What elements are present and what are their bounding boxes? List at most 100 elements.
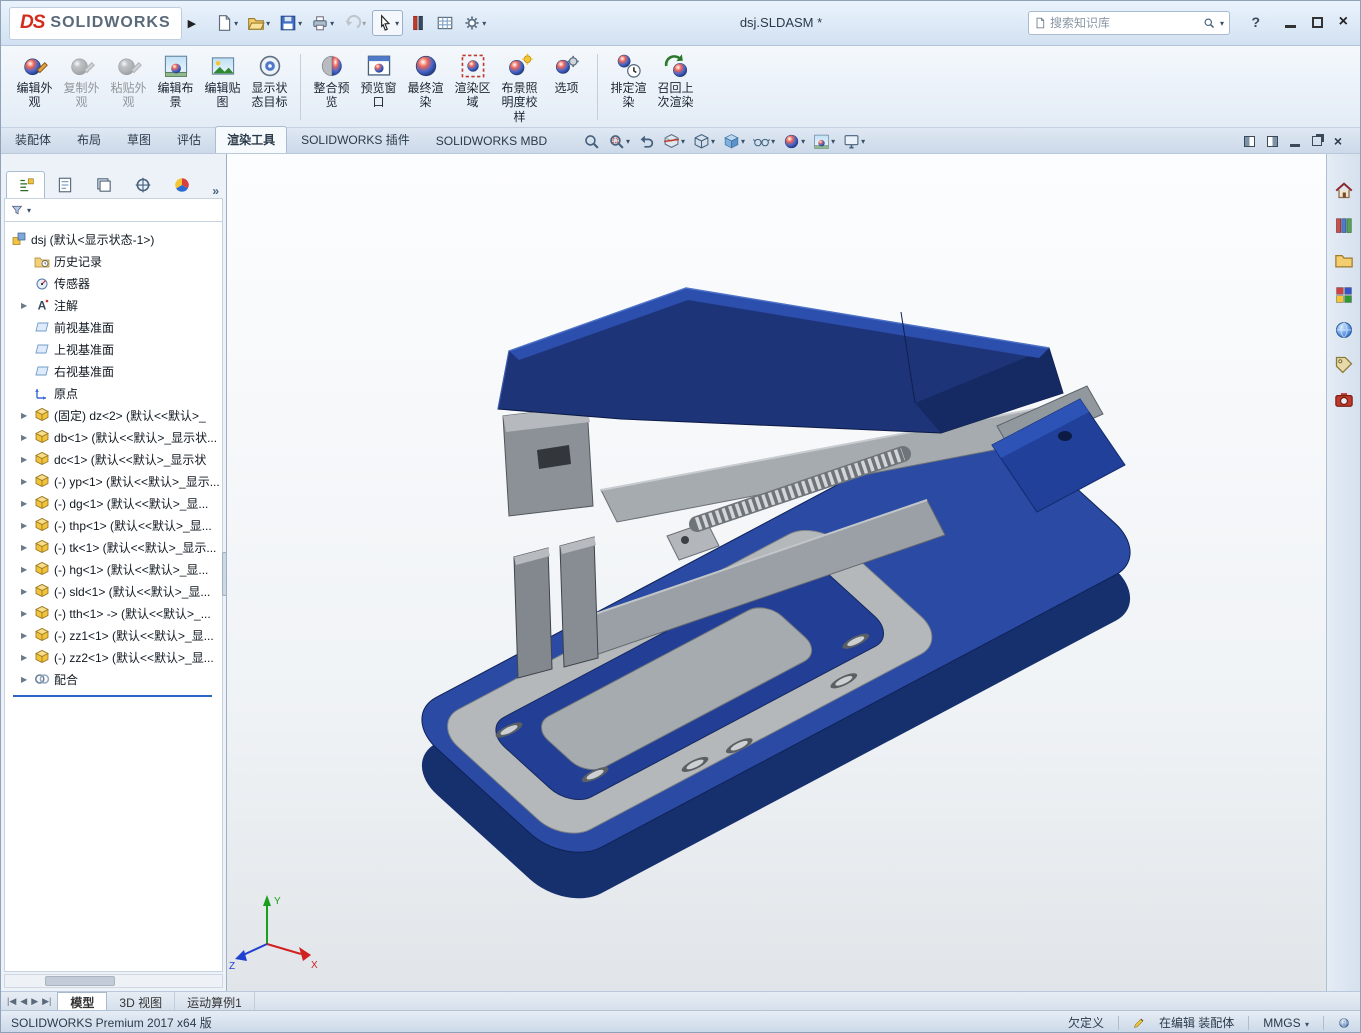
open-button[interactable]: ▾: [244, 10, 273, 36]
edit-appearance-hud-button[interactable]: ▾: [783, 133, 805, 150]
dimxpert-manager-tab[interactable]: [123, 171, 162, 198]
tab-solidworks-mbd[interactable]: SOLIDWORKS MBD: [424, 129, 559, 153]
display-manager-tab[interactable]: [162, 171, 201, 198]
configuration-manager-tab[interactable]: [84, 171, 123, 198]
xpert-button[interactable]: [433, 10, 457, 36]
tree-item-component-tth[interactable]: ▶(-) tth<1> -> (默认<<默认>_...: [5, 602, 222, 624]
search-scope-icon[interactable]: [1034, 17, 1046, 29]
new-document-button[interactable]: ▾: [212, 10, 241, 36]
display-style-button[interactable]: ▾: [723, 133, 745, 150]
tree-item-mates[interactable]: ▶配合: [5, 668, 222, 690]
tree-item-component-sld[interactable]: ▶(-) sld<1> (默认<<默认>_显...: [5, 580, 222, 602]
design-library-icon[interactable]: [1334, 215, 1354, 235]
appearances-scenes-icon[interactable]: [1334, 320, 1354, 340]
edit-decal-button[interactable]: 编辑贴图: [199, 51, 246, 110]
hide-show-items-button[interactable]: ▾: [753, 133, 775, 150]
expand-arrow-icon[interactable]: ▶: [21, 631, 34, 640]
tree-item-front-plane[interactable]: 前视基准面: [5, 316, 222, 338]
units-selector[interactable]: MMGS ▾: [1263, 1016, 1309, 1030]
integrated-preview-button[interactable]: 整合预览: [308, 51, 355, 110]
feature-manager-tab[interactable]: [6, 171, 45, 198]
options-button[interactable]: ▾: [460, 10, 489, 36]
expand-arrow-icon[interactable]: ▶: [21, 499, 34, 508]
split-pane-left-button[interactable]: [1244, 136, 1255, 147]
apply-scene-button[interactable]: ▾: [813, 133, 835, 150]
tree-item-component-tk[interactable]: ▶(-) tk<1> (默认<<默认>_显示...: [5, 536, 222, 558]
tree-item-component-yp[interactable]: ▶(-) yp<1> (默认<<默认>_显示...: [5, 470, 222, 492]
render-region-button[interactable]: 渲染区域: [449, 51, 496, 110]
maximize-button[interactable]: [1312, 17, 1323, 28]
tree-item-component-zz1[interactable]: ▶(-) zz1<1> (默认<<默认>_显...: [5, 624, 222, 646]
paste-appearance-button[interactable]: 粘贴外观: [105, 51, 152, 110]
edit-scene-button[interactable]: 编辑布景: [152, 51, 199, 110]
instant3d-button[interactable]: [406, 10, 430, 36]
expand-arrow-icon[interactable]: ▶: [21, 301, 34, 310]
expand-arrow-icon[interactable]: ▶: [21, 543, 34, 552]
expand-arrow-icon[interactable]: ▶: [21, 675, 34, 684]
tree-filter-row[interactable]: ▾: [4, 198, 223, 222]
tab-motion-study[interactable]: 运动算例1: [175, 992, 255, 1010]
document-close-button[interactable]: ×: [1334, 134, 1342, 148]
document-restore-button[interactable]: [1312, 136, 1322, 146]
custom-properties-icon[interactable]: [1334, 355, 1354, 375]
tree-item-right-plane[interactable]: 右视基准面: [5, 360, 222, 382]
tab-evaluate[interactable]: 评估: [165, 126, 213, 153]
front-head-part[interactable]: [503, 406, 593, 516]
top-cover-part[interactable]: [498, 288, 1063, 433]
search-icon[interactable]: [1203, 17, 1215, 29]
tree-item-sensors[interactable]: 传感器: [5, 272, 222, 294]
schedule-render-button[interactable]: 排定渲染: [605, 51, 652, 110]
expand-arrow-icon[interactable]: ▶: [21, 433, 34, 442]
view-palette-icon[interactable]: [1334, 285, 1354, 305]
help-button[interactable]: ?: [1251, 14, 1260, 30]
tree-item-component-dc[interactable]: ▶dc<1> (默认<<默认>_显示状: [5, 448, 222, 470]
expand-arrow-icon[interactable]: ▶: [21, 455, 34, 464]
last-tab-button[interactable]: ▶|: [42, 996, 51, 1007]
photoview-icon[interactable]: [1334, 390, 1354, 410]
tree-item-top-plane[interactable]: 上视基准面: [5, 338, 222, 360]
preview-window-button[interactable]: 预览窗口: [355, 51, 402, 110]
expand-arrow-icon[interactable]: ▶: [21, 653, 34, 662]
tree-item-component-db[interactable]: ▶db<1> (默认<<默认>_显示状...: [5, 426, 222, 448]
stapler-model[interactable]: Y X Z: [227, 154, 1328, 991]
copy-appearance-button[interactable]: 复制外观: [58, 51, 105, 110]
print-button[interactable]: ▾: [308, 10, 337, 36]
tab-model[interactable]: 模型: [57, 992, 107, 1010]
display-state-target-button[interactable]: 显示状态目标: [246, 51, 293, 110]
property-manager-tab[interactable]: [45, 171, 84, 198]
document-minimize-button[interactable]: [1290, 144, 1300, 147]
scrollbar-thumb[interactable]: [45, 976, 115, 986]
undo-button[interactable]: ▾: [340, 10, 369, 36]
final-render-button[interactable]: 最终渲染: [402, 51, 449, 110]
expand-arrow-icon[interactable]: ▶: [21, 411, 34, 420]
expand-arrow-icon[interactable]: ▶: [21, 587, 34, 596]
tab-3d-views[interactable]: 3D 视图: [107, 992, 175, 1010]
search-input[interactable]: [1050, 16, 1199, 30]
tree-item-component-thp[interactable]: ▶(-) thp<1> (默认<<默认>_显...: [5, 514, 222, 536]
select-button[interactable]: ▾: [372, 10, 403, 36]
tree-item-component-zz2[interactable]: ▶(-) zz2<1> (默认<<默认>_显...: [5, 646, 222, 668]
tree-item-component-dz[interactable]: ▶(固定) dz<2> (默认<<默认>_: [5, 404, 222, 426]
tree-item-annotations[interactable]: ▶注解: [5, 294, 222, 316]
expand-arrow-icon[interactable]: ▶: [21, 609, 34, 618]
tree-item-history[interactable]: 历史记录: [5, 250, 222, 272]
tab-solidworks-addins[interactable]: SOLIDWORKS 插件: [289, 126, 422, 153]
tree-item-assembly-root[interactable]: dsj (默认<显示状态-1>): [5, 228, 222, 250]
previous-view-button[interactable]: [638, 133, 655, 150]
view-settings-button[interactable]: ▾: [843, 133, 865, 150]
save-button[interactable]: ▾: [276, 10, 305, 36]
close-button[interactable]: ×: [1339, 14, 1348, 30]
split-pane-right-button[interactable]: [1267, 136, 1278, 147]
graphics-viewport[interactable]: Y X Z: [227, 154, 1328, 991]
expand-arrow-icon[interactable]: ▶: [21, 477, 34, 486]
previous-tab-button[interactable]: ◀: [20, 996, 27, 1007]
home-icon[interactable]: [1334, 180, 1354, 200]
menu-expand-arrow-icon[interactable]: ▶: [188, 17, 196, 30]
zoom-to-fit-button[interactable]: [583, 133, 600, 150]
render-options-button[interactable]: 选项: [543, 51, 590, 95]
tree-item-origin[interactable]: 原点: [5, 382, 222, 404]
zoom-area-button[interactable]: ▾: [608, 133, 630, 150]
tab-assembly[interactable]: 装配体: [3, 126, 63, 153]
chevron-down-icon[interactable]: ▾: [1220, 19, 1224, 28]
recall-last-render-button[interactable]: 召回上次渲染: [652, 51, 699, 110]
